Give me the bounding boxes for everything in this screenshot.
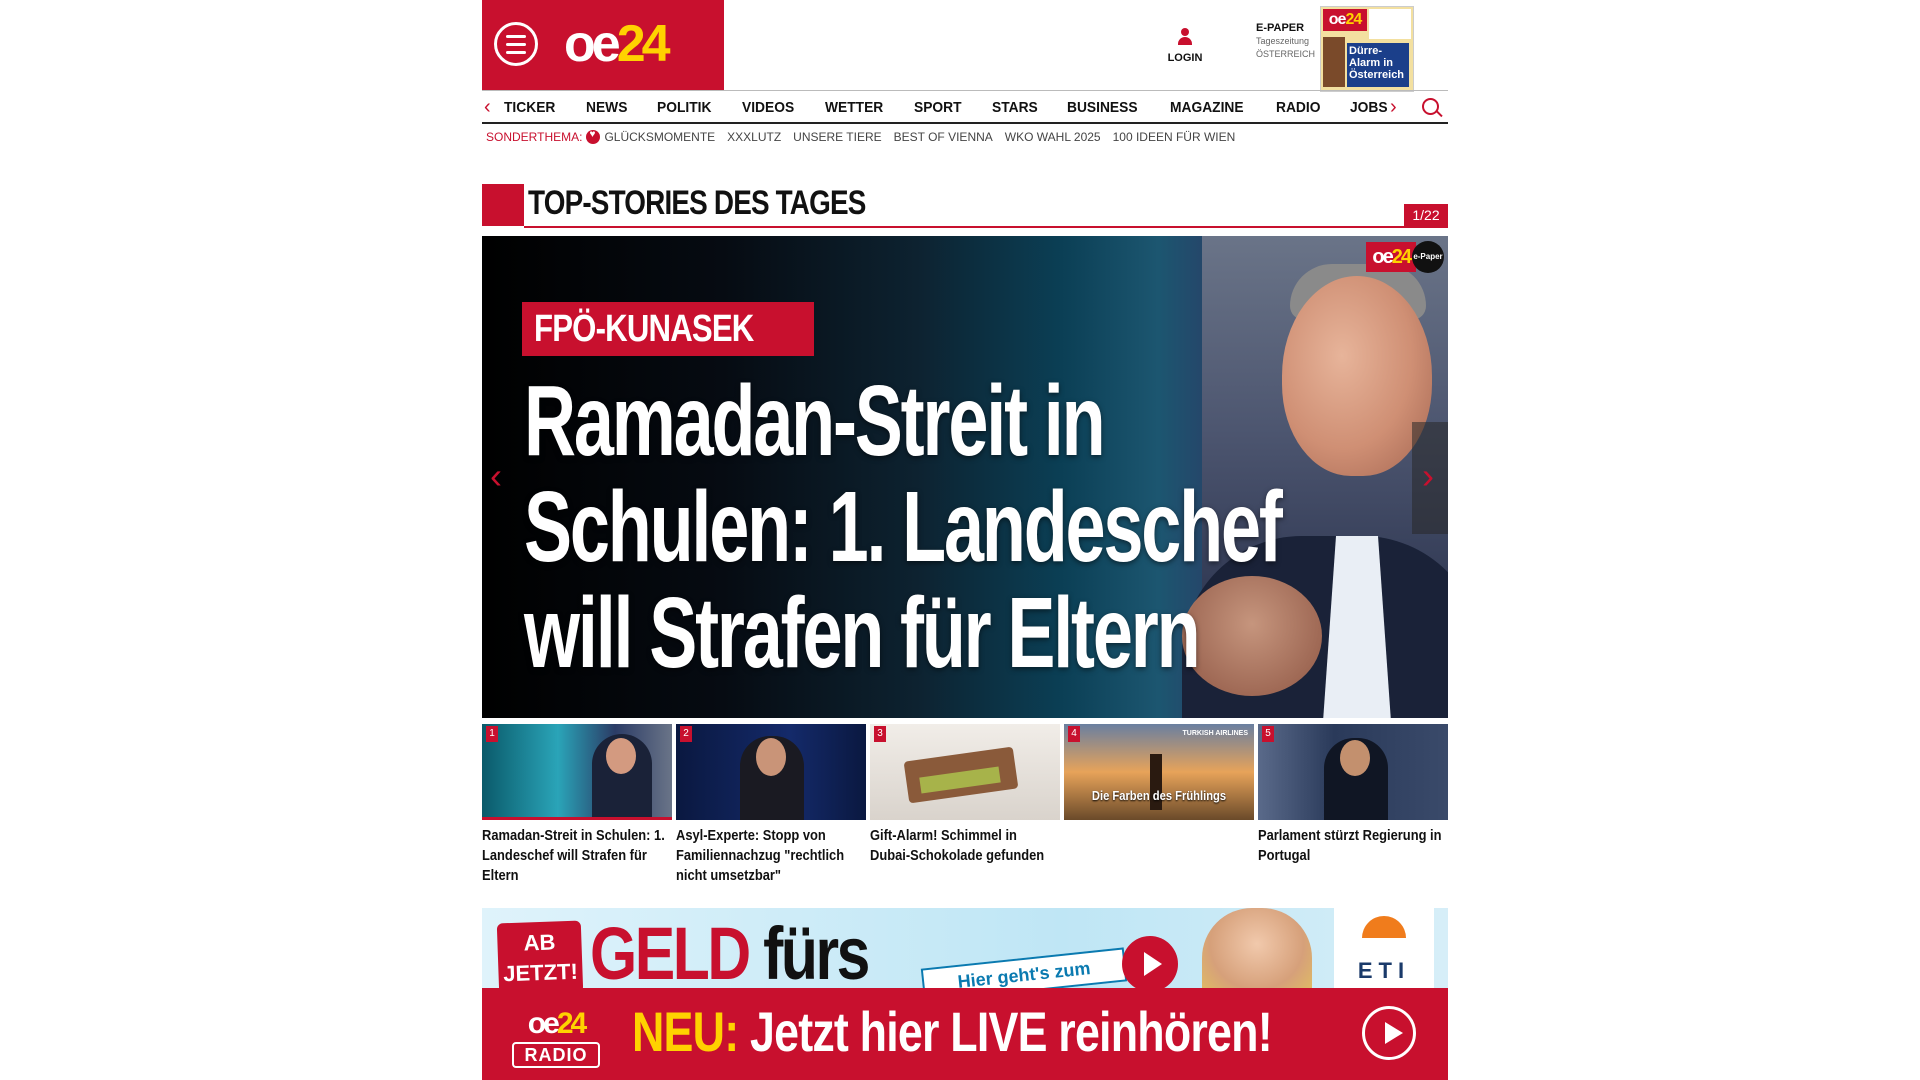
thumb-caption[interactable]: Asyl-Experte: Stopp von Familiennachzug …: [676, 826, 866, 886]
badge-logo: oe24: [1366, 242, 1416, 272]
logo-number: 24: [616, 15, 671, 73]
user-icon: [1177, 28, 1193, 48]
story-thumb-3[interactable]: 3 Gift-Alarm! Schimmel in Dubai-Schokola…: [870, 724, 1060, 892]
nav-item-stars[interactable]: STARS: [992, 99, 1038, 116]
ad-badge: AB JETZT!: [496, 920, 584, 996]
special-topics-label: SONDERTHEMA:: [486, 130, 583, 144]
hero-headline[interactable]: Ramadan-Streit in Schulen: 1. Landeschef…: [524, 368, 1302, 686]
thumb-image: 2: [676, 724, 866, 820]
nav-item-videos[interactable]: VIDEOS: [742, 99, 794, 116]
hero-image-face: [1282, 276, 1432, 476]
slider-prev-icon[interactable]: ‹: [490, 456, 502, 496]
thumb-number: 3: [874, 726, 886, 742]
ad-headline: GELD fürs: [590, 912, 870, 995]
nav-item-news[interactable]: NEWS: [586, 99, 627, 116]
site-logo[interactable]: oe24: [564, 15, 671, 73]
radio-text: NEU: Jetzt hier LIVE reinhören!: [632, 1000, 1273, 1063]
nav-item-wetter[interactable]: WETTER: [825, 99, 883, 116]
nav-item-radio[interactable]: RADIO: [1276, 99, 1320, 116]
logo-text: oe: [564, 15, 621, 73]
nav-list: TICKER NEWS POLITIK VIDEOS WETTER SPORT …: [504, 91, 1417, 123]
special-topic-link[interactable]: BEST OF VIENNA: [894, 130, 993, 144]
radio-live-bar[interactable]: oe24 RADIO NEU: Jetzt hier LIVE reinhöre…: [482, 988, 1448, 1080]
top-stories-header: TOP-STORIES DES TAGES 1/22: [482, 182, 1448, 228]
thumb-caption[interactable]: Gift-Alarm! Schimmel in Dubai-Schokolade…: [870, 826, 1060, 866]
epaper-link[interactable]: E-PAPER Tageszeitung ÖSTERREICH: [1256, 22, 1315, 61]
nav-next-icon[interactable]: ›: [1390, 95, 1397, 119]
thumb-number: 1: [486, 726, 498, 742]
nav-item-jobs[interactable]: JOBS: [1350, 99, 1388, 116]
main-nav: ‹ TICKER NEWS POLITIK VIDEOS WETTER SPOR…: [482, 90, 1448, 124]
hero-kicker: FPÖ-KUNASEK: [522, 302, 814, 356]
play-icon[interactable]: [1362, 1006, 1416, 1060]
search-icon[interactable]: [1422, 98, 1439, 115]
login-button[interactable]: LOGIN: [1160, 28, 1210, 64]
header-logo-area: oe24: [482, 0, 724, 90]
special-topic-link[interactable]: 100 IDEEN FÜR WIEN: [1113, 130, 1236, 144]
sun-icon: [1362, 916, 1406, 938]
thumb-image-tag: TURKISH AIRLINES: [1182, 730, 1248, 737]
ad-banner[interactable]: AB JETZT! GELD fürs Hier geht's zum ETI: [482, 908, 1448, 998]
story-thumb-1[interactable]: 1 Ramadan-Streit in Schulen: 1. Landesch…: [482, 724, 672, 892]
epaper-badge: oe24 e-Paper: [1366, 241, 1444, 273]
story-thumb-5[interactable]: 5 Parlament stürzt Regierung in Portugal: [1258, 724, 1448, 892]
slider-next-icon[interactable]: ›: [1422, 456, 1434, 496]
special-topic-link[interactable]: WKO WAHL 2025: [1005, 130, 1101, 144]
radio-prefix: NEU:: [632, 1000, 739, 1063]
thumb-image-text: Die Farben des Frühlings: [1091, 788, 1227, 803]
epaper-label: E-PAPER: [1256, 22, 1305, 34]
thumb-number: 2: [680, 726, 692, 742]
story-thumb-2[interactable]: 2 Asyl-Experte: Stopp von Familiennachzu…: [676, 724, 866, 892]
page: oe24 LOGIN E-PAPER Tageszeitung ÖSTERREI…: [0, 0, 1920, 1080]
special-topic-link[interactable]: XXXLUTZ: [727, 130, 781, 144]
special-topic-link[interactable]: UNSERE TIERE: [793, 130, 881, 144]
section-divider: [524, 226, 1448, 228]
section-title: TOP-STORIES DES TAGES: [528, 184, 866, 222]
thumb-image: 1: [482, 724, 672, 820]
nav-item-ticker[interactable]: TICKER: [504, 99, 555, 116]
nav-prev-icon[interactable]: ‹: [484, 95, 491, 119]
nav-item-politik[interactable]: POLITIK: [657, 99, 711, 116]
radio-logo: oe24 RADIO: [510, 1008, 602, 1072]
thumb-caption[interactable]: Parlament stürzt Regierung in Portugal: [1258, 826, 1448, 866]
epaper-sub1: Tageszeitung: [1256, 36, 1310, 46]
ad-brand-logo: ETI: [1334, 908, 1434, 998]
thumb-image: TURKISH AIRLINES Die Farben des Frühling…: [1064, 724, 1254, 820]
special-topics-bar: SONDERTHEMA: GLÜCKSMOMENTE XXXLUTZ UNSER…: [486, 128, 1247, 146]
ad-play-icon[interactable]: [1122, 936, 1178, 992]
epaper-headline: Dürre-Alarm in Österreich: [1347, 43, 1409, 87]
epaper-corner-teaser: [1369, 9, 1411, 39]
story-thumbnails: 1 Ramadan-Streit in Schulen: 1. Landesch…: [482, 724, 1448, 892]
nav-item-sport[interactable]: SPORT: [914, 99, 962, 116]
menu-icon[interactable]: [494, 22, 538, 66]
story-thumb-4[interactable]: TURKISH AIRLINES Die Farben des Frühling…: [1064, 724, 1254, 892]
ad-image: [1202, 908, 1312, 998]
epaper-sub2: ÖSTERREICH: [1256, 49, 1316, 59]
epaper-photo: [1323, 37, 1345, 87]
nav-item-magazine[interactable]: MAGAZINE: [1170, 99, 1244, 116]
hero-story[interactable]: oe24 e-Paper FPÖ-KUNASEK Ramadan-Streit …: [482, 236, 1448, 718]
thumb-number: 4: [1068, 726, 1080, 742]
nav-item-business[interactable]: BUSINESS: [1067, 99, 1138, 116]
thumb-image: 5: [1258, 724, 1448, 820]
login-label: LOGIN: [1167, 52, 1203, 64]
slide-counter: 1/22: [1404, 204, 1448, 226]
content-column: oe24 LOGIN E-PAPER Tageszeitung ÖSTERREI…: [482, 0, 1448, 1080]
thumb-caption[interactable]: Ramadan-Streit in Schulen: 1. Landeschef…: [482, 826, 672, 886]
radio-message: Jetzt hier LIVE reinhören!: [749, 1000, 1273, 1063]
epaper-thumbnail[interactable]: oe24 Dürre-Alarm in Österreich: [1320, 6, 1414, 92]
heart-icon: [586, 129, 601, 144]
thumb-number: 5: [1262, 726, 1274, 742]
epaper-masthead: oe24: [1323, 9, 1367, 31]
thumb-image: 3: [870, 724, 1060, 820]
badge-epaper: e-Paper: [1412, 241, 1444, 273]
section-marker: [482, 184, 524, 226]
special-topic-link[interactable]: GLÜCKSMOMENTE: [604, 130, 715, 144]
